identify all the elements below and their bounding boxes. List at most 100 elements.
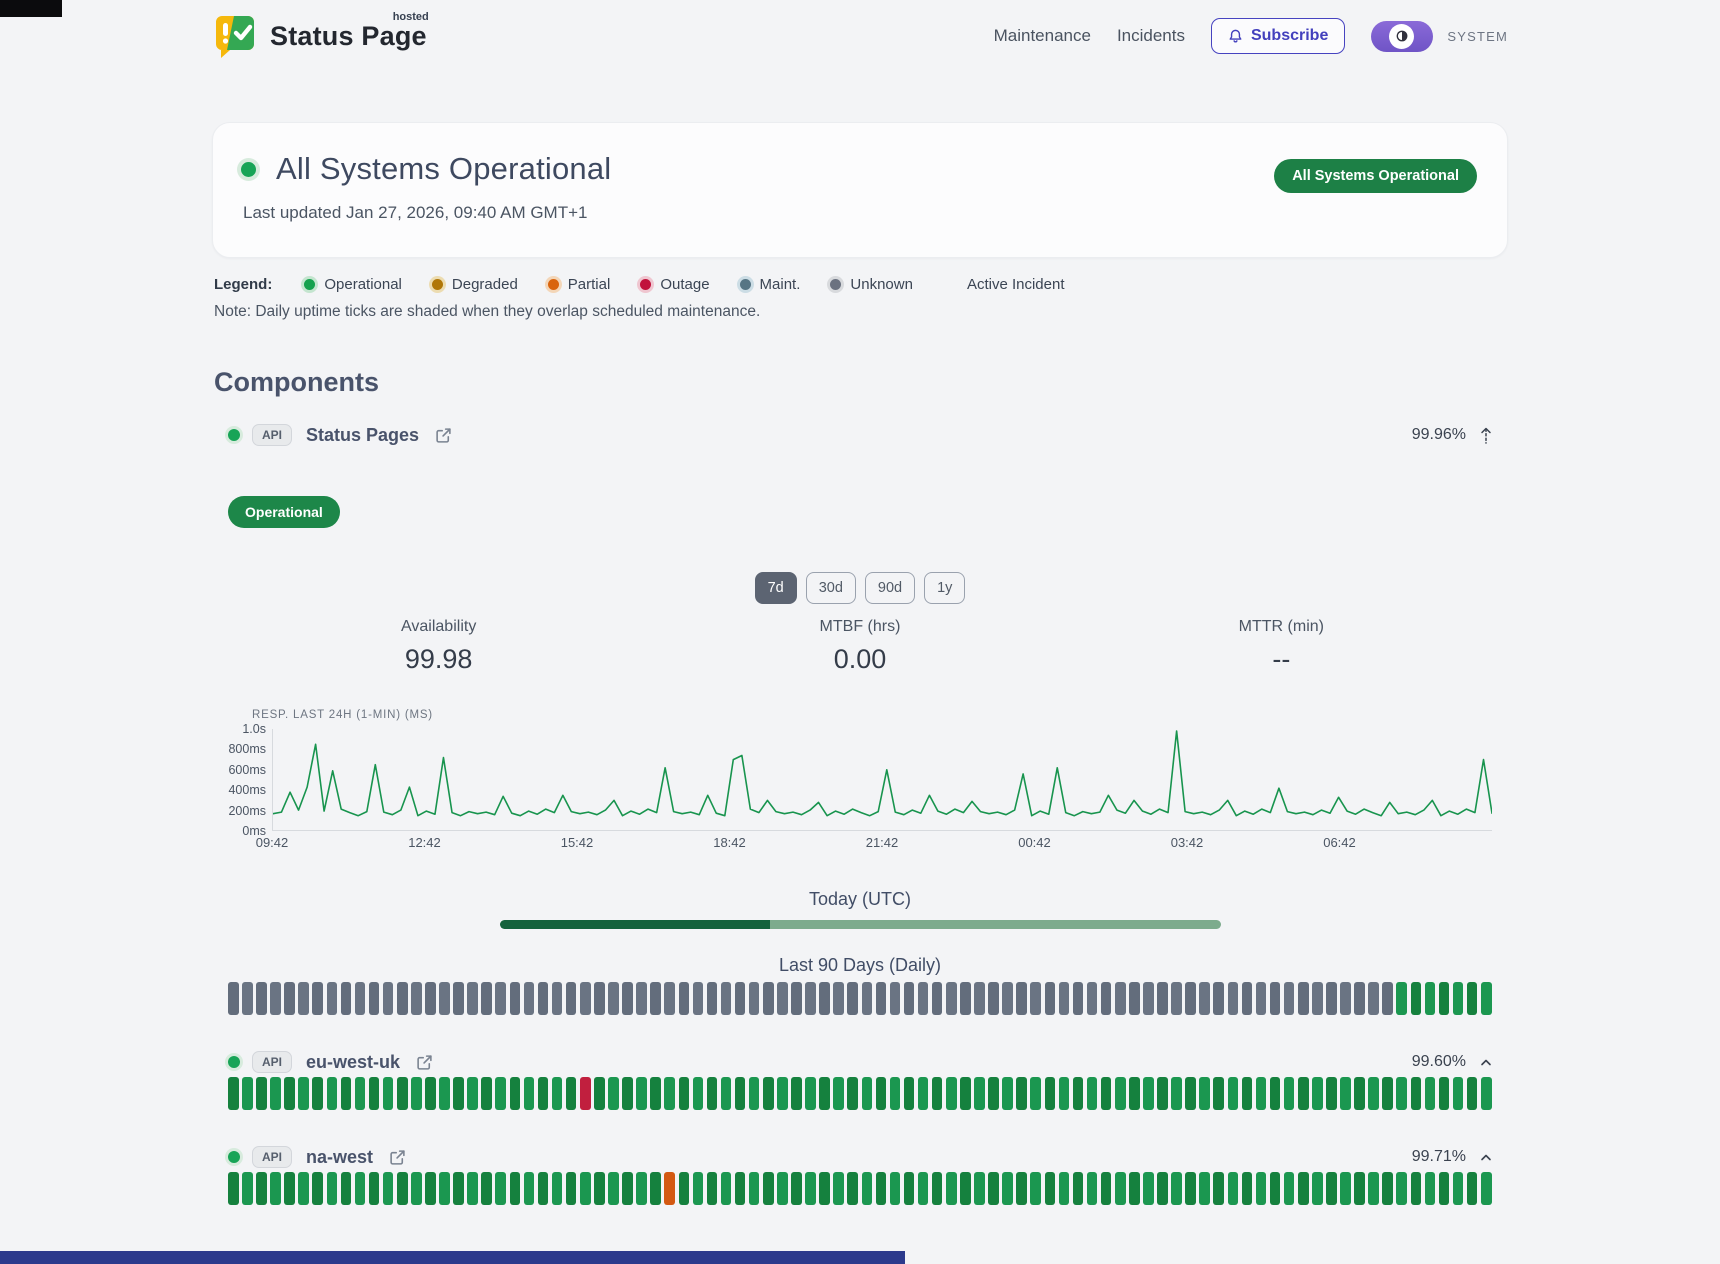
legend-item-degraded: Degraded xyxy=(432,276,518,293)
x-tick-label: 12:42 xyxy=(408,835,441,850)
uptime-tick-operational xyxy=(904,1077,915,1110)
uptime-tick-operational xyxy=(312,1077,323,1110)
uptime-tick-operational xyxy=(1411,1077,1422,1110)
uptime-tick-operational xyxy=(622,1077,633,1110)
uptime-tick-operational xyxy=(1002,1172,1013,1205)
external-link-icon[interactable] xyxy=(389,1149,406,1166)
external-link-icon[interactable] xyxy=(416,1054,433,1071)
y-tick-label: 1.0s xyxy=(242,722,266,736)
component-name: na-west xyxy=(306,1147,373,1168)
uptime-tick-unknown xyxy=(974,982,985,1015)
uptime-tick-operational xyxy=(1298,1172,1309,1205)
uptime-tick-operational xyxy=(495,1172,506,1205)
uptime-tick-unknown xyxy=(228,982,239,1015)
uptime-tick-operational xyxy=(650,1077,661,1110)
uptime-tick-operational xyxy=(1213,1172,1224,1205)
uptime-ticks-eu-west-uk xyxy=(228,1077,1492,1110)
component-header-eu-west-uk[interactable]: API eu-west-uk 99.60% xyxy=(228,1051,1492,1073)
uptime-tick-operational xyxy=(777,1077,788,1110)
x-tick-label: 21:42 xyxy=(866,835,899,850)
range-button-30d[interactable]: 30d xyxy=(806,572,856,604)
stat-value-mtbf: 0.00 xyxy=(649,644,1070,675)
uptime-tick-unknown xyxy=(580,982,591,1015)
uptime-tick-unknown xyxy=(538,982,549,1015)
uptime-tick-unknown xyxy=(453,982,464,1015)
uptime-tick-unknown xyxy=(1199,982,1210,1015)
uptime-tick-operational xyxy=(1312,1077,1323,1110)
range-button-7d[interactable]: 7d xyxy=(755,572,797,604)
uptime-tick-operational xyxy=(355,1077,366,1110)
nav-item-maintenance[interactable]: Maintenance xyxy=(994,26,1091,46)
expand-chevron-icon[interactable] xyxy=(1480,1058,1492,1067)
component-status-dot xyxy=(228,1151,240,1163)
component-status-dot xyxy=(228,1056,240,1068)
uptime-tick-operational xyxy=(847,1077,858,1110)
legend-item-unknown: Unknown xyxy=(830,276,913,293)
uptime-tick-operational xyxy=(1199,1172,1210,1205)
uptime-tick-operational xyxy=(932,1077,943,1110)
collapse-arrow-icon[interactable] xyxy=(1480,427,1492,444)
uptime-tick-unknown xyxy=(467,982,478,1015)
uptime-tick-operational xyxy=(467,1077,478,1110)
uptime-tick-operational xyxy=(1256,1077,1267,1110)
uptime-tick-unknown xyxy=(552,982,563,1015)
header-logo[interactable]: Status Page hosted xyxy=(212,13,427,59)
uptime-tick-unknown xyxy=(1185,982,1196,1015)
today-utc-label: Today (UTC) xyxy=(228,889,1492,910)
uptime-tick-operational xyxy=(383,1077,394,1110)
expand-chevron-icon[interactable] xyxy=(1480,1153,1492,1162)
uptime-tick-operational xyxy=(341,1172,352,1205)
uptime-tick-operational xyxy=(510,1172,521,1205)
uptime-tick-unknown xyxy=(481,982,492,1015)
uptime-tick-operational xyxy=(1115,1077,1126,1110)
uptime-tick-operational xyxy=(1199,1077,1210,1110)
component-header-status-pages[interactable]: API Status Pages 99.96% xyxy=(228,424,1492,446)
theme-toggle[interactable] xyxy=(1371,21,1433,52)
uptime-tick-operational xyxy=(1002,1077,1013,1110)
uptime-tick-operational xyxy=(1326,1172,1337,1205)
uptime-tick-operational xyxy=(298,1172,309,1205)
header: Status Page hosted Maintenance Incidents… xyxy=(0,0,1720,72)
uptime-tick-operational xyxy=(622,1172,633,1205)
uptime-tick-operational xyxy=(791,1172,802,1205)
uptime-tick-unknown xyxy=(876,982,887,1015)
component-name: Status Pages xyxy=(306,425,419,446)
chart-y-axis: 1.0s800ms600ms400ms200ms0ms xyxy=(228,729,272,831)
uptime-tick-operational xyxy=(693,1172,704,1205)
subscribe-button[interactable]: Subscribe xyxy=(1211,18,1345,54)
uptime-tick-operational xyxy=(552,1077,563,1110)
screen-artifact-bottom xyxy=(0,1251,905,1264)
legend-status-dot xyxy=(304,279,315,290)
uptime-tick-operational xyxy=(369,1077,380,1110)
uptime-tick-operational xyxy=(594,1172,605,1205)
uptime-tick-operational xyxy=(974,1077,985,1110)
legend-status-dot xyxy=(740,279,751,290)
uptime-tick-unknown xyxy=(1087,982,1098,1015)
range-button-1y[interactable]: 1y xyxy=(924,572,965,604)
legend-status-dot xyxy=(432,279,443,290)
range-button-90d[interactable]: 90d xyxy=(865,572,915,604)
component-header-na-west[interactable]: API na-west 99.71% xyxy=(228,1146,1492,1168)
uptime-tick-operational xyxy=(1396,1172,1407,1205)
uptime-tick-operational xyxy=(1439,1172,1450,1205)
external-link-icon[interactable] xyxy=(435,427,452,444)
uptime-tick-operational xyxy=(763,1077,774,1110)
uptime-tick-unknown xyxy=(1101,982,1112,1015)
uptime-tick-unknown xyxy=(960,982,971,1015)
nav-item-incidents[interactable]: Incidents xyxy=(1117,26,1185,46)
uptime-tick-unknown xyxy=(1368,982,1379,1015)
uptime-tick-operational xyxy=(664,1077,675,1110)
uptime-tick-operational xyxy=(538,1077,549,1110)
component-tag-chip: API xyxy=(252,1146,292,1168)
theme-mode-label: SYSTEM xyxy=(1447,29,1508,44)
uptime-tick-operational xyxy=(1284,1172,1295,1205)
uptime-tick-operational xyxy=(1087,1172,1098,1205)
uptime-tick-operational xyxy=(1439,1077,1450,1110)
uptime-tick-operational xyxy=(1157,1172,1168,1205)
uptime-tick-unknown xyxy=(777,982,788,1015)
x-tick-label: 06:42 xyxy=(1323,835,1356,850)
chart-x-axis: 09:4212:4215:4218:4221:4200:4203:4206:42 xyxy=(272,835,1492,855)
uptime-tick-operational xyxy=(1467,1077,1478,1110)
uptime-tick-operational xyxy=(1411,982,1422,1015)
uptime-tick-operational xyxy=(1143,1172,1154,1205)
